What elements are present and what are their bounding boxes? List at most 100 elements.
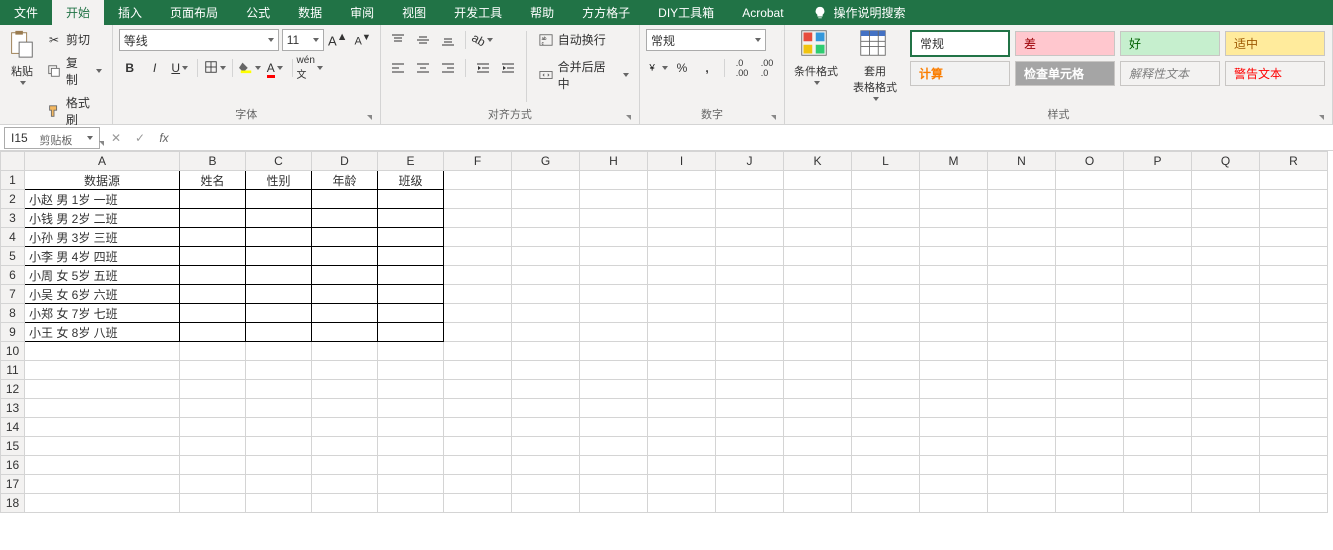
cell-A4[interactable]: 小孙 男 3岁 三班 xyxy=(25,228,180,247)
cell-D4[interactable] xyxy=(312,228,378,247)
col-header-Q[interactable]: Q xyxy=(1192,152,1260,171)
cell-L2[interactable] xyxy=(852,190,920,209)
cell-J5[interactable] xyxy=(716,247,784,266)
cell-M1[interactable] xyxy=(920,171,988,190)
cell-F13[interactable] xyxy=(444,399,512,418)
cell-L14[interactable] xyxy=(852,418,920,437)
cell-I10[interactable] xyxy=(648,342,716,361)
cell-F5[interactable] xyxy=(444,247,512,266)
cell-E8[interactable] xyxy=(378,304,444,323)
tab-fangge[interactable]: 方方格子 xyxy=(568,0,644,25)
cell-O6[interactable] xyxy=(1056,266,1124,285)
cell-R15[interactable] xyxy=(1260,437,1328,456)
cell-N17[interactable] xyxy=(988,475,1056,494)
cell-K13[interactable] xyxy=(784,399,852,418)
decrease-decimal-button[interactable]: .00.0 xyxy=(756,57,778,79)
cell-G4[interactable] xyxy=(512,228,580,247)
cell-G6[interactable] xyxy=(512,266,580,285)
cell-Q12[interactable] xyxy=(1192,380,1260,399)
cell-K18[interactable] xyxy=(784,494,852,513)
cell-F10[interactable] xyxy=(444,342,512,361)
cell-A3[interactable]: 小钱 男 2岁 二班 xyxy=(25,209,180,228)
cell-O11[interactable] xyxy=(1056,361,1124,380)
cancel-button[interactable]: ✕ xyxy=(104,127,128,149)
cell-P4[interactable] xyxy=(1124,228,1192,247)
cell-H10[interactable] xyxy=(580,342,648,361)
row-header-7[interactable]: 7 xyxy=(1,285,25,304)
cell-P5[interactable] xyxy=(1124,247,1192,266)
cell-E14[interactable] xyxy=(378,418,444,437)
tab-review[interactable]: 审阅 xyxy=(336,0,388,25)
cell-N13[interactable] xyxy=(988,399,1056,418)
cell-E18[interactable] xyxy=(378,494,444,513)
cell-B10[interactable] xyxy=(180,342,246,361)
cell-G17[interactable] xyxy=(512,475,580,494)
cell-B15[interactable] xyxy=(180,437,246,456)
cell-Q16[interactable] xyxy=(1192,456,1260,475)
cell-J16[interactable] xyxy=(716,456,784,475)
cell-M17[interactable] xyxy=(920,475,988,494)
row-header-1[interactable]: 1 xyxy=(1,171,25,190)
cell-J14[interactable] xyxy=(716,418,784,437)
cell-Q8[interactable] xyxy=(1192,304,1260,323)
col-header-A[interactable]: A xyxy=(25,152,180,171)
cell-I11[interactable] xyxy=(648,361,716,380)
cell-A5[interactable]: 小李 男 4岁 四班 xyxy=(25,247,180,266)
cell-Q11[interactable] xyxy=(1192,361,1260,380)
bold-button[interactable]: B xyxy=(119,57,141,79)
cell-M2[interactable] xyxy=(920,190,988,209)
underline-button[interactable]: U xyxy=(169,57,191,79)
col-header-R[interactable]: R xyxy=(1260,152,1328,171)
cell-Q1[interactable] xyxy=(1192,171,1260,190)
cell-F4[interactable] xyxy=(444,228,512,247)
cell-K5[interactable] xyxy=(784,247,852,266)
cell-M12[interactable] xyxy=(920,380,988,399)
cell-H9[interactable] xyxy=(580,323,648,342)
cell-E6[interactable] xyxy=(378,266,444,285)
tab-home[interactable]: 开始 xyxy=(52,0,104,25)
cell-K2[interactable] xyxy=(784,190,852,209)
cell-D14[interactable] xyxy=(312,418,378,437)
row-header-10[interactable]: 10 xyxy=(1,342,25,361)
cell-C12[interactable] xyxy=(246,380,312,399)
col-header-H[interactable]: H xyxy=(580,152,648,171)
cell-H13[interactable] xyxy=(580,399,648,418)
cell-K10[interactable] xyxy=(784,342,852,361)
cell-L8[interactable] xyxy=(852,304,920,323)
cell-B6[interactable] xyxy=(180,266,246,285)
cell-P15[interactable] xyxy=(1124,437,1192,456)
cell-K6[interactable] xyxy=(784,266,852,285)
cell-G8[interactable] xyxy=(512,304,580,323)
cell-J4[interactable] xyxy=(716,228,784,247)
cell-P3[interactable] xyxy=(1124,209,1192,228)
cell-A14[interactable] xyxy=(25,418,180,437)
cell-I16[interactable] xyxy=(648,456,716,475)
cell-I13[interactable] xyxy=(648,399,716,418)
grow-font-button[interactable]: A▲ xyxy=(327,29,349,51)
cell-H1[interactable] xyxy=(580,171,648,190)
cell-N18[interactable] xyxy=(988,494,1056,513)
cell-M13[interactable] xyxy=(920,399,988,418)
cell-K15[interactable] xyxy=(784,437,852,456)
cell-E2[interactable] xyxy=(378,190,444,209)
cell-E11[interactable] xyxy=(378,361,444,380)
cell-L4[interactable] xyxy=(852,228,920,247)
cell-H7[interactable] xyxy=(580,285,648,304)
cell-B13[interactable] xyxy=(180,399,246,418)
cell-D17[interactable] xyxy=(312,475,378,494)
cell-D1[interactable]: 年龄 xyxy=(312,171,378,190)
cell-L9[interactable] xyxy=(852,323,920,342)
col-header-O[interactable]: O xyxy=(1056,152,1124,171)
cell-Q9[interactable] xyxy=(1192,323,1260,342)
tab-data[interactable]: 数据 xyxy=(284,0,336,25)
cell-G15[interactable] xyxy=(512,437,580,456)
style-bad[interactable]: 差 xyxy=(1015,31,1115,56)
align-middle-button[interactable] xyxy=(412,29,434,51)
cell-A13[interactable] xyxy=(25,399,180,418)
cell-P2[interactable] xyxy=(1124,190,1192,209)
cell-F9[interactable] xyxy=(444,323,512,342)
tab-developer[interactable]: 开发工具 xyxy=(440,0,516,25)
cell-C6[interactable] xyxy=(246,266,312,285)
cell-M7[interactable] xyxy=(920,285,988,304)
cell-Q3[interactable] xyxy=(1192,209,1260,228)
